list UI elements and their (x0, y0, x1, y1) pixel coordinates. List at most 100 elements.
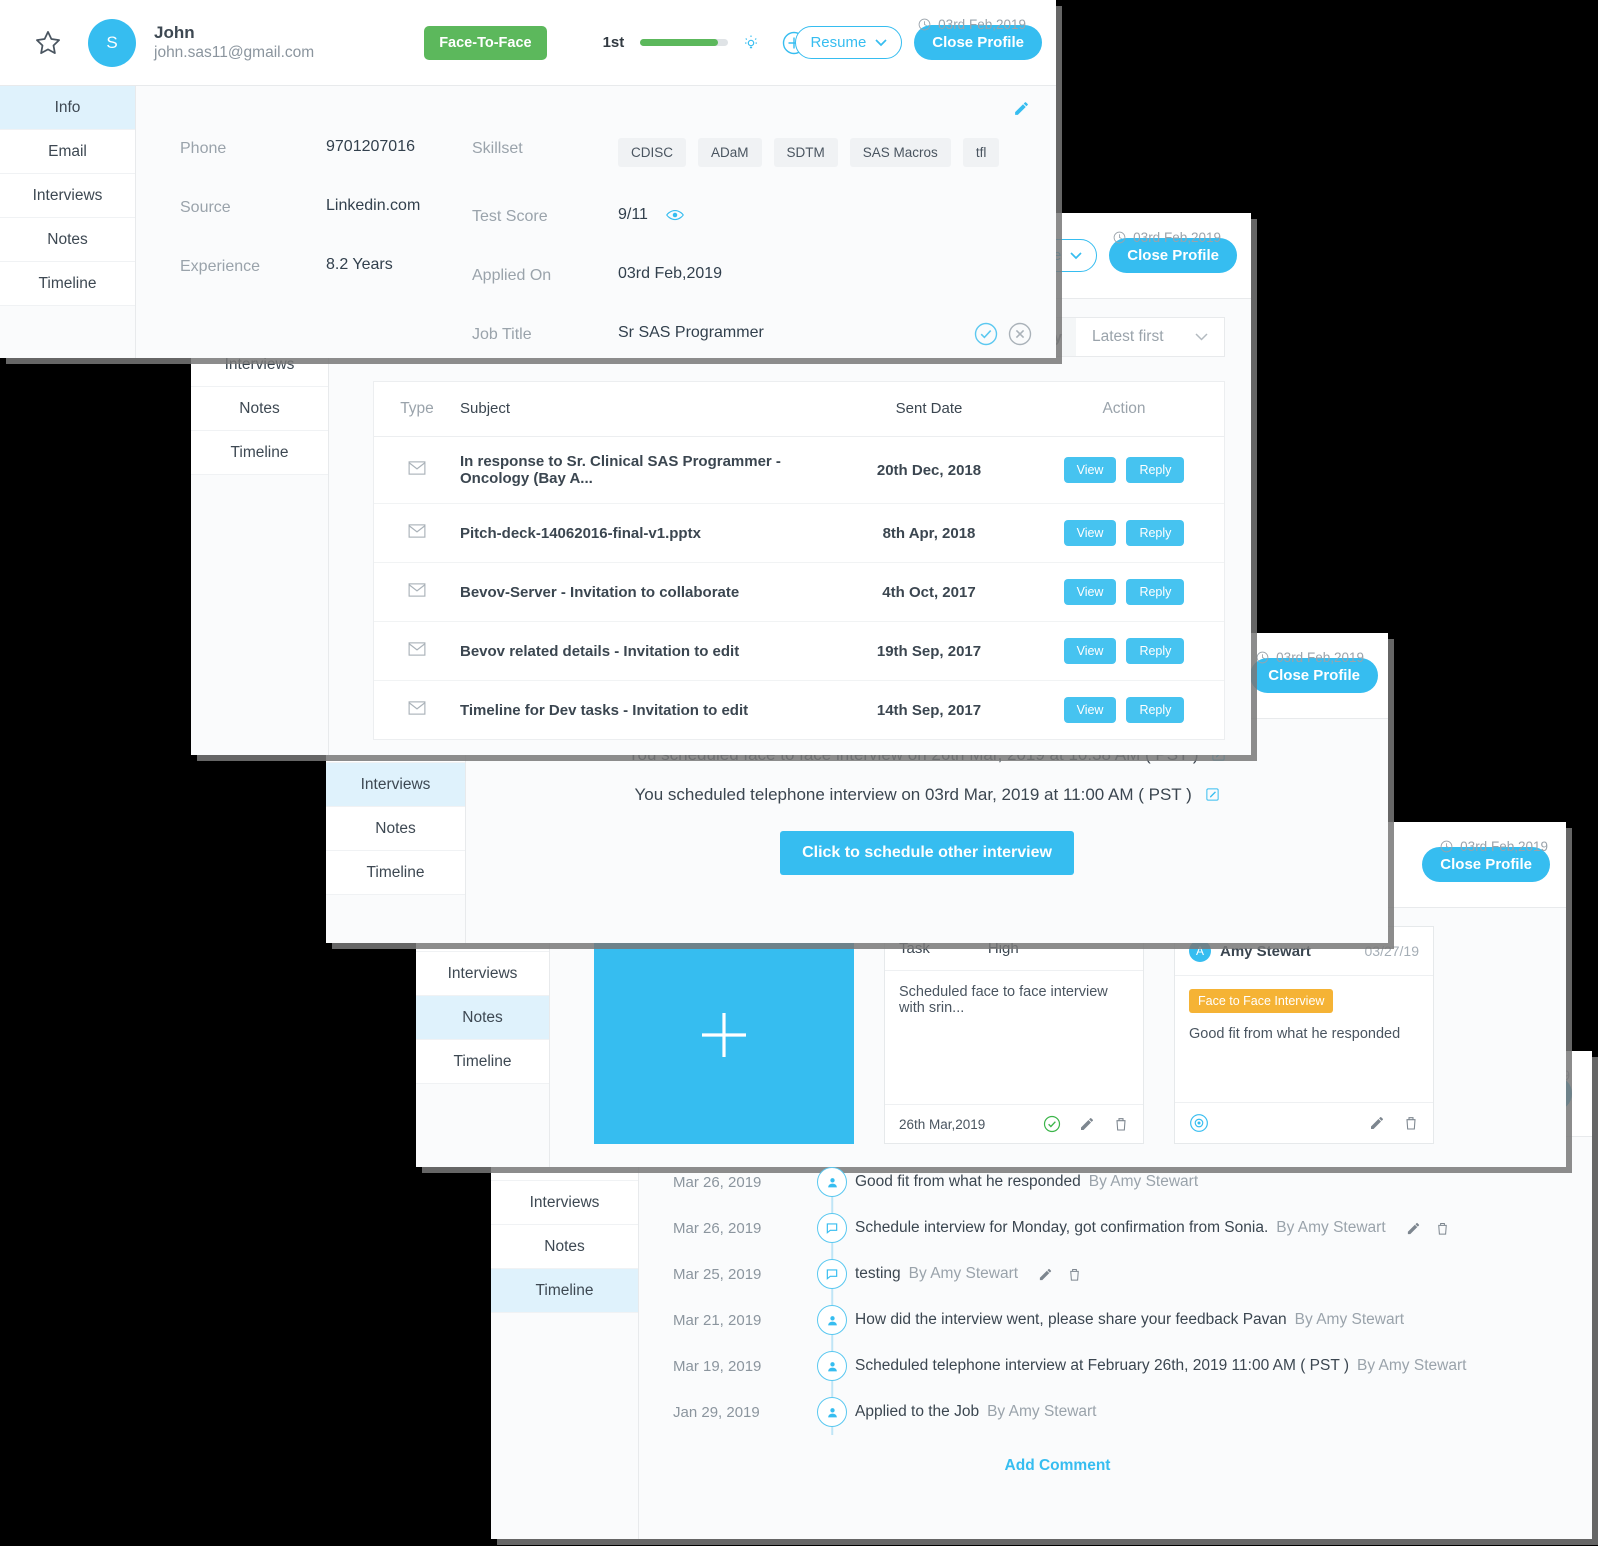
chevron-down-icon (1070, 251, 1082, 259)
edit-icon[interactable] (1369, 1115, 1385, 1131)
reply-button[interactable]: Reply (1126, 579, 1185, 605)
tab-notes[interactable]: Notes (416, 996, 549, 1040)
table-row: Pitch-deck-14062016-final-v1.pptx 8th Ap… (374, 504, 1224, 563)
view-button[interactable]: View (1063, 579, 1117, 605)
edit-icon[interactable] (1406, 1221, 1421, 1236)
field-applied-on: Applied On 03rd Feb,2019 (472, 265, 1056, 285)
info-column-left: Phone 9701207016 Source Linkedin.com Exp… (180, 138, 472, 358)
envelope-icon (408, 460, 426, 475)
email-subject[interactable]: In response to Sr. Clinical SAS Programm… (460, 453, 834, 487)
edit-icon[interactable] (1013, 100, 1030, 117)
info-column-right: Skillset CDISC ADaM SDTM SAS Macros tfl … (472, 138, 1056, 358)
clock-icon (1256, 651, 1269, 664)
field-label: Applied On (472, 267, 552, 284)
view-button[interactable]: View (1063, 638, 1117, 664)
applied-date: 03rd Feb,2019 (1440, 839, 1548, 854)
tab-info[interactable]: Info (0, 86, 135, 130)
avatar: A (1189, 940, 1211, 962)
timeline-date: Mar 26, 2019 (673, 1219, 762, 1237)
stage-badge[interactable]: Face-To-Face (424, 25, 547, 60)
eye-icon[interactable] (666, 209, 685, 221)
lightbulb-icon[interactable] (742, 33, 760, 53)
delete-icon[interactable] (1067, 1267, 1082, 1282)
resume-dropdown[interactable]: Resume (795, 26, 903, 59)
email-body: Email Interviews Notes Timeline Compose … (191, 299, 1251, 755)
cancel-icon[interactable] (1008, 322, 1032, 346)
round-label: 1st (602, 34, 625, 51)
add-comment-link[interactable]: Add Comment (673, 1435, 1442, 1475)
clock-icon (1440, 840, 1453, 853)
email-sent-date: 14th Sep, 2017 (876, 701, 982, 719)
view-button[interactable]: View (1063, 697, 1117, 723)
info-card: S John john.sas11@gmail.com Face-To-Face… (0, 0, 1056, 358)
email-row-actions: View Reply (1024, 520, 1224, 546)
edit-icon[interactable] (1038, 1267, 1053, 1282)
tab-notes[interactable]: Notes (326, 807, 465, 851)
tab-interviews[interactable]: Interviews (416, 952, 549, 996)
task-card-body: Scheduled face to face interview with sr… (899, 984, 1108, 1016)
tab-notes[interactable]: Notes (191, 387, 328, 431)
timeline-text: How did the interview went, please share… (855, 1311, 1287, 1328)
tab-interviews[interactable]: Interviews (326, 763, 465, 807)
tab-timeline[interactable]: Timeline (416, 1040, 549, 1084)
tabs-filler (326, 895, 465, 943)
reply-button[interactable]: Reply (1126, 520, 1185, 546)
progress-bar (640, 39, 729, 46)
tab-email[interactable]: Email (0, 130, 135, 174)
sort-value: Latest first (1092, 328, 1164, 345)
email-subject[interactable]: Bevov related details - Invitation to ed… (460, 643, 834, 660)
field-experience: Experience 8.2 Years (180, 256, 472, 276)
timeline-event: Mar 26, 2019 Schedule interview for Mond… (673, 1205, 1592, 1251)
view-button[interactable]: View (1063, 520, 1117, 546)
field-label: Phone (180, 140, 227, 157)
edit-icon[interactable] (1079, 1116, 1095, 1132)
task-card-actions (1043, 1115, 1129, 1133)
tab-notes[interactable]: Notes (0, 218, 135, 262)
check-circle-icon[interactable] (1043, 1115, 1061, 1133)
tab-timeline[interactable]: Timeline (0, 262, 135, 306)
sort-select[interactable]: Latest first (1076, 318, 1224, 356)
email-subject[interactable]: Bevov-Server - Invitation to collaborate (460, 584, 834, 601)
email-subject[interactable]: Timeline for Dev tasks - Invitation to e… (460, 702, 834, 719)
delete-icon[interactable] (1435, 1221, 1450, 1236)
edit-icon[interactable] (1205, 787, 1220, 802)
task-card-date: 26th Mar,2019 (899, 1116, 986, 1132)
note-text: Good fit from what he responded (1189, 1026, 1401, 1042)
field-skillset: Skillset CDISC ADaM SDTM SAS Macros tfl (472, 138, 1056, 167)
confirm-icon[interactable] (974, 322, 998, 346)
field-label: Job Title (472, 326, 532, 343)
skill-chip: SAS Macros (849, 138, 951, 167)
task-card: Task High Scheduled face to face intervi… (884, 926, 1144, 1144)
visibility-icon[interactable] (1189, 1113, 1209, 1133)
user-icon (817, 1351, 847, 1381)
tabs-filler (491, 1313, 638, 1539)
schedule-interview-button[interactable]: Click to schedule other interview (780, 831, 1074, 875)
column-action: Action (1102, 400, 1146, 417)
applied-date-text: 03rd Feb,2019 (938, 17, 1026, 32)
timeline-node (809, 1305, 855, 1335)
tab-interviews[interactable]: Interviews (491, 1181, 638, 1225)
chevron-down-icon (875, 38, 887, 46)
email-subject[interactable]: Pitch-deck-14062016-final-v1.pptx (460, 525, 834, 542)
timeline-list: Mar 26, 2019 Good fit from what he respo… (639, 1137, 1592, 1475)
view-button[interactable]: View (1063, 457, 1117, 483)
delete-icon[interactable] (1403, 1115, 1419, 1131)
timeline-row-actions (1406, 1221, 1450, 1236)
reply-button[interactable]: Reply (1126, 457, 1185, 483)
star-icon[interactable] (34, 29, 62, 57)
timeline-text-wrap: testing By Amy Stewart (855, 1265, 1082, 1283)
tab-interviews[interactable]: Interviews (0, 174, 135, 218)
add-note-button[interactable] (594, 926, 854, 1144)
delete-icon[interactable] (1113, 1116, 1129, 1132)
reply-button[interactable]: Reply (1126, 697, 1185, 723)
tab-notes[interactable]: Notes (491, 1225, 638, 1269)
reply-button[interactable]: Reply (1126, 638, 1185, 664)
tab-timeline[interactable]: Timeline (191, 431, 328, 475)
timeline-text-wrap: How did the interview went, please share… (855, 1311, 1404, 1329)
email-type-icon-cell (374, 523, 460, 543)
tab-timeline[interactable]: Timeline (491, 1269, 638, 1313)
timeline-date: Mar 25, 2019 (673, 1265, 762, 1283)
field-label: Test Score (472, 208, 548, 225)
tab-timeline[interactable]: Timeline (326, 851, 465, 895)
email-type-icon-cell (374, 700, 460, 720)
